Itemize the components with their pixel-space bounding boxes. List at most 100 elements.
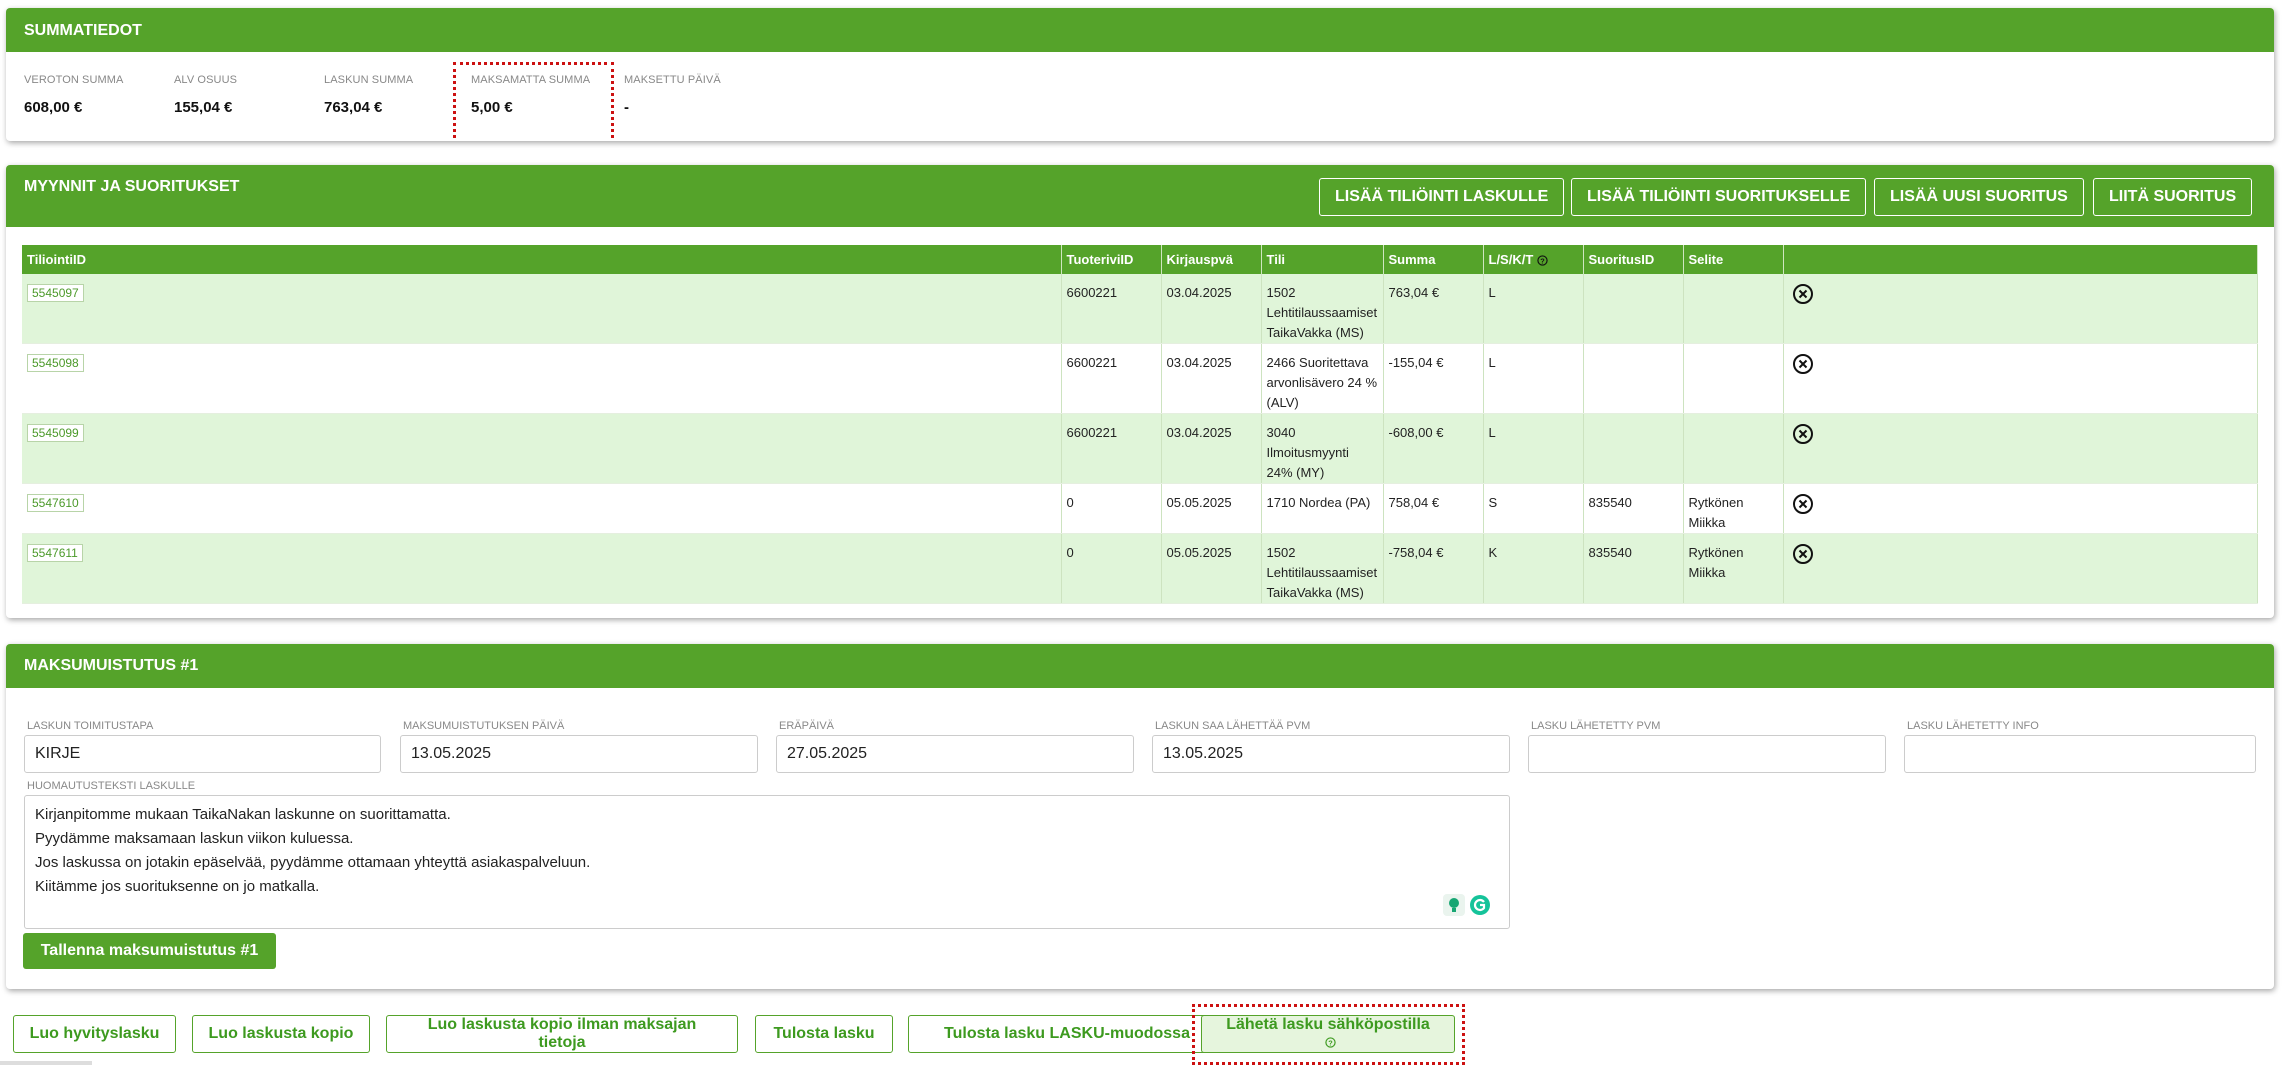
col-header-date[interactable]: Kirjauspvä [1161, 245, 1262, 274]
sent-date-input[interactable] [1528, 735, 1886, 773]
account-line: 3040 [1266, 425, 1296, 440]
sent-info-input[interactable] [1904, 735, 2256, 773]
tiliointi-id-link[interactable]: 5545097 [27, 284, 84, 302]
tiliointi-id-link[interactable]: 5545099 [27, 424, 84, 442]
sum-value: 5,00 € [471, 99, 513, 116]
due-date-input[interactable]: 27.05.2025 [776, 735, 1134, 773]
sum-label: MAKSETTU PÄIVÄ [624, 74, 721, 86]
invoice-note-textarea[interactable]: Kirjanpitomme mukaan TaikaNakan laskunne… [24, 795, 1510, 929]
description-line: Rytkönen [1688, 545, 1744, 560]
cell-account: 3040 Ilmoitusmyynti 24% (MY) [1261, 413, 1384, 484]
copy-invoice-button[interactable]: Luo laskusta kopio [192, 1015, 370, 1053]
delete-icon[interactable] [1792, 353, 1814, 375]
table-row: 5545098 6600221 03.04.2025 2466 Suoritet… [22, 343, 2258, 414]
delivery-method-field: LASKUN TOIMITUSTAPA KIRJE [24, 720, 381, 773]
description-line: Miikka [1688, 515, 1726, 530]
table-row: 5545097 6600221 03.04.2025 1502 Lehtitila… [22, 274, 2258, 344]
field-label: LASKU LÄHETETTY INFO [1907, 720, 2039, 732]
sent-date-field: LASKU LÄHETETTY PVM [1528, 720, 1886, 773]
col-header-type[interactable]: L/S/K/T ? [1483, 245, 1584, 274]
add-payment-entry-button[interactable]: LISÄÄ TILIÖINTI SUORITUKSELLE [1571, 178, 1867, 216]
cell-product-row: 6600221 [1061, 274, 1162, 344]
cell-description [1683, 413, 1784, 484]
horizontal-scrollbar[interactable] [0, 1061, 92, 1065]
tiliointi-id-link[interactable]: 5545098 [27, 354, 84, 372]
summary-item-total: LASKUN SUMMA 763,04 € [324, 74, 413, 116]
send-allowed-date-input[interactable]: 13.05.2025 [1152, 735, 1510, 773]
cell-account: 1502 Lehtitilaussaamiset TaikaVakka (MS) [1261, 533, 1384, 604]
note-line: Jos laskussa on jotakin epäselvää, pyydä… [35, 854, 591, 871]
summary-item-net: VEROTON SUMMA 608,00 € [24, 74, 124, 116]
delete-icon[interactable] [1792, 423, 1814, 445]
account-line: TaikaVakka (MS) [1266, 585, 1364, 600]
svg-text:?: ? [1540, 256, 1545, 265]
description-line: Miikka [1688, 565, 1726, 580]
cell-id: 5547611 [22, 533, 1062, 604]
field-label: HUOMAUTUSTEKSTI LASKULLE [27, 780, 196, 792]
send-allowed-date-field: LASKUN SAA LÄHETTÄÄ PVM 13.05.2025 [1152, 720, 1510, 773]
account-line: Ilmoitusmyynti [1266, 445, 1349, 460]
table-row: 5545099 6600221 03.04.2025 3040 Ilmoitusm… [22, 413, 2258, 484]
description-line: Rytkönen [1688, 495, 1744, 510]
cell-type: L [1483, 413, 1584, 484]
col-header-product-row[interactable]: TuoteriviID [1061, 245, 1162, 274]
print-invoice-button[interactable]: Tulosta lasku [755, 1015, 893, 1053]
sales-header: MYYNNIT JA SUORITUKSET LISÄÄ TILIÖINTI L… [6, 165, 2274, 227]
cell-type: S [1483, 483, 1584, 534]
svg-text:?: ? [1328, 1039, 1333, 1048]
delivery-method-input[interactable]: KIRJE [24, 735, 381, 773]
cell-payment-id: 835540 [1583, 533, 1684, 604]
cell-product-row: 6600221 [1061, 343, 1162, 414]
delete-icon[interactable] [1792, 493, 1814, 515]
copy-without-payer-button[interactable]: Luo laskusta kopio ilman maksajan tietoj… [386, 1015, 738, 1053]
account-line: TaikaVakka (MS) [1266, 325, 1364, 340]
sales-title: MYYNNIT JA SUORITUKSET [24, 178, 240, 195]
account-line: 24% (MY) [1266, 465, 1325, 480]
delete-icon[interactable] [1792, 283, 1814, 305]
tiliointi-id-link[interactable]: 5547611 [27, 544, 83, 562]
account-line: (ALV) [1266, 395, 1299, 410]
cell-id: 5545099 [22, 413, 1062, 484]
sum-label: VEROTON SUMMA [24, 74, 124, 86]
cell-account: 2466 Suoritettava arvonlisävero 24 % (ALV) [1261, 343, 1384, 414]
note-line: Kirjanpitomme mukaan TaikaNakan laskunne… [35, 806, 451, 823]
col-header-tiliointi-id[interactable]: TiliointiID [22, 245, 1062, 274]
add-invoice-entry-button[interactable]: LISÄÄ TILIÖINTI LASKULLE [1319, 178, 1565, 216]
col-header-account[interactable]: Tili [1261, 245, 1384, 274]
grammarly-icon[interactable] [1469, 894, 1491, 916]
print-lasku-format-button[interactable]: Tulosta lasku LASKU-muodossa [908, 1015, 1226, 1053]
send-email-button[interactable]: Lähetä lasku sähköpostilla ? [1201, 1015, 1455, 1053]
cell-amount: -155,04 € [1383, 343, 1484, 414]
cell-description: Rytkönen Miikka [1683, 533, 1784, 604]
reminder-date-input[interactable]: 13.05.2025 [400, 735, 758, 773]
delete-icon[interactable] [1792, 543, 1814, 565]
info-icon[interactable]: ? [1324, 1037, 1336, 1048]
col-header-amount[interactable]: Summa [1383, 245, 1484, 274]
cell-amount: 758,04 € [1383, 483, 1484, 534]
tiliointi-id-link[interactable]: 5547610 [27, 494, 84, 512]
col-header-description[interactable]: Selite [1683, 245, 1784, 274]
invoice-note-field: HUOMAUTUSTEKSTI LASKULLE Kirjanpitomme m… [24, 780, 1510, 929]
table-row: 5547611 0 05.05.2025 1502 Lehtitilaussaam… [22, 533, 2258, 604]
summary-item-unpaid: MAKSAMATTA SUMMA 5,00 € [453, 62, 614, 141]
attach-payment-button[interactable]: LIITÄ SUORITUS [2093, 178, 2253, 216]
send-email-label: Lähetä lasku sähköpostilla [1226, 1016, 1430, 1033]
cell-actions [1783, 483, 2258, 534]
transactions-table: TiliointiID TuoteriviID Kirjauspvä Tili … [22, 245, 2258, 604]
add-new-payment-button[interactable]: LISÄÄ UUSI SUORITUS [1874, 178, 2084, 216]
account-line: 1502 [1266, 285, 1296, 300]
col-header-payment-id[interactable]: SuoritusID [1583, 245, 1684, 274]
account-line: Lehtitilaussaamiset [1266, 305, 1378, 320]
field-label: LASKUN SAA LÄHETTÄÄ PVM [1155, 720, 1311, 732]
reminder-header: MAKSUMUISTUTUS #1 [6, 644, 2274, 688]
lightbulb-icon[interactable] [1443, 894, 1465, 916]
save-reminder-button[interactable]: Tallenna maksumuistutus #1 [23, 933, 276, 969]
credit-invoice-button[interactable]: Luo hyvityslasku [13, 1015, 176, 1053]
cell-actions [1783, 533, 2258, 604]
field-label: ERÄPÄIVÄ [779, 720, 835, 732]
table-header-row: TiliointiID TuoteriviID Kirjauspvä Tili … [22, 245, 2258, 274]
col-header-type-label: L/S/K/T [1488, 252, 1534, 267]
sent-info-field: LASKU LÄHETETTY INFO [1904, 720, 2256, 773]
info-icon[interactable]: ? [1537, 255, 1548, 266]
cell-payment-id [1583, 274, 1684, 344]
